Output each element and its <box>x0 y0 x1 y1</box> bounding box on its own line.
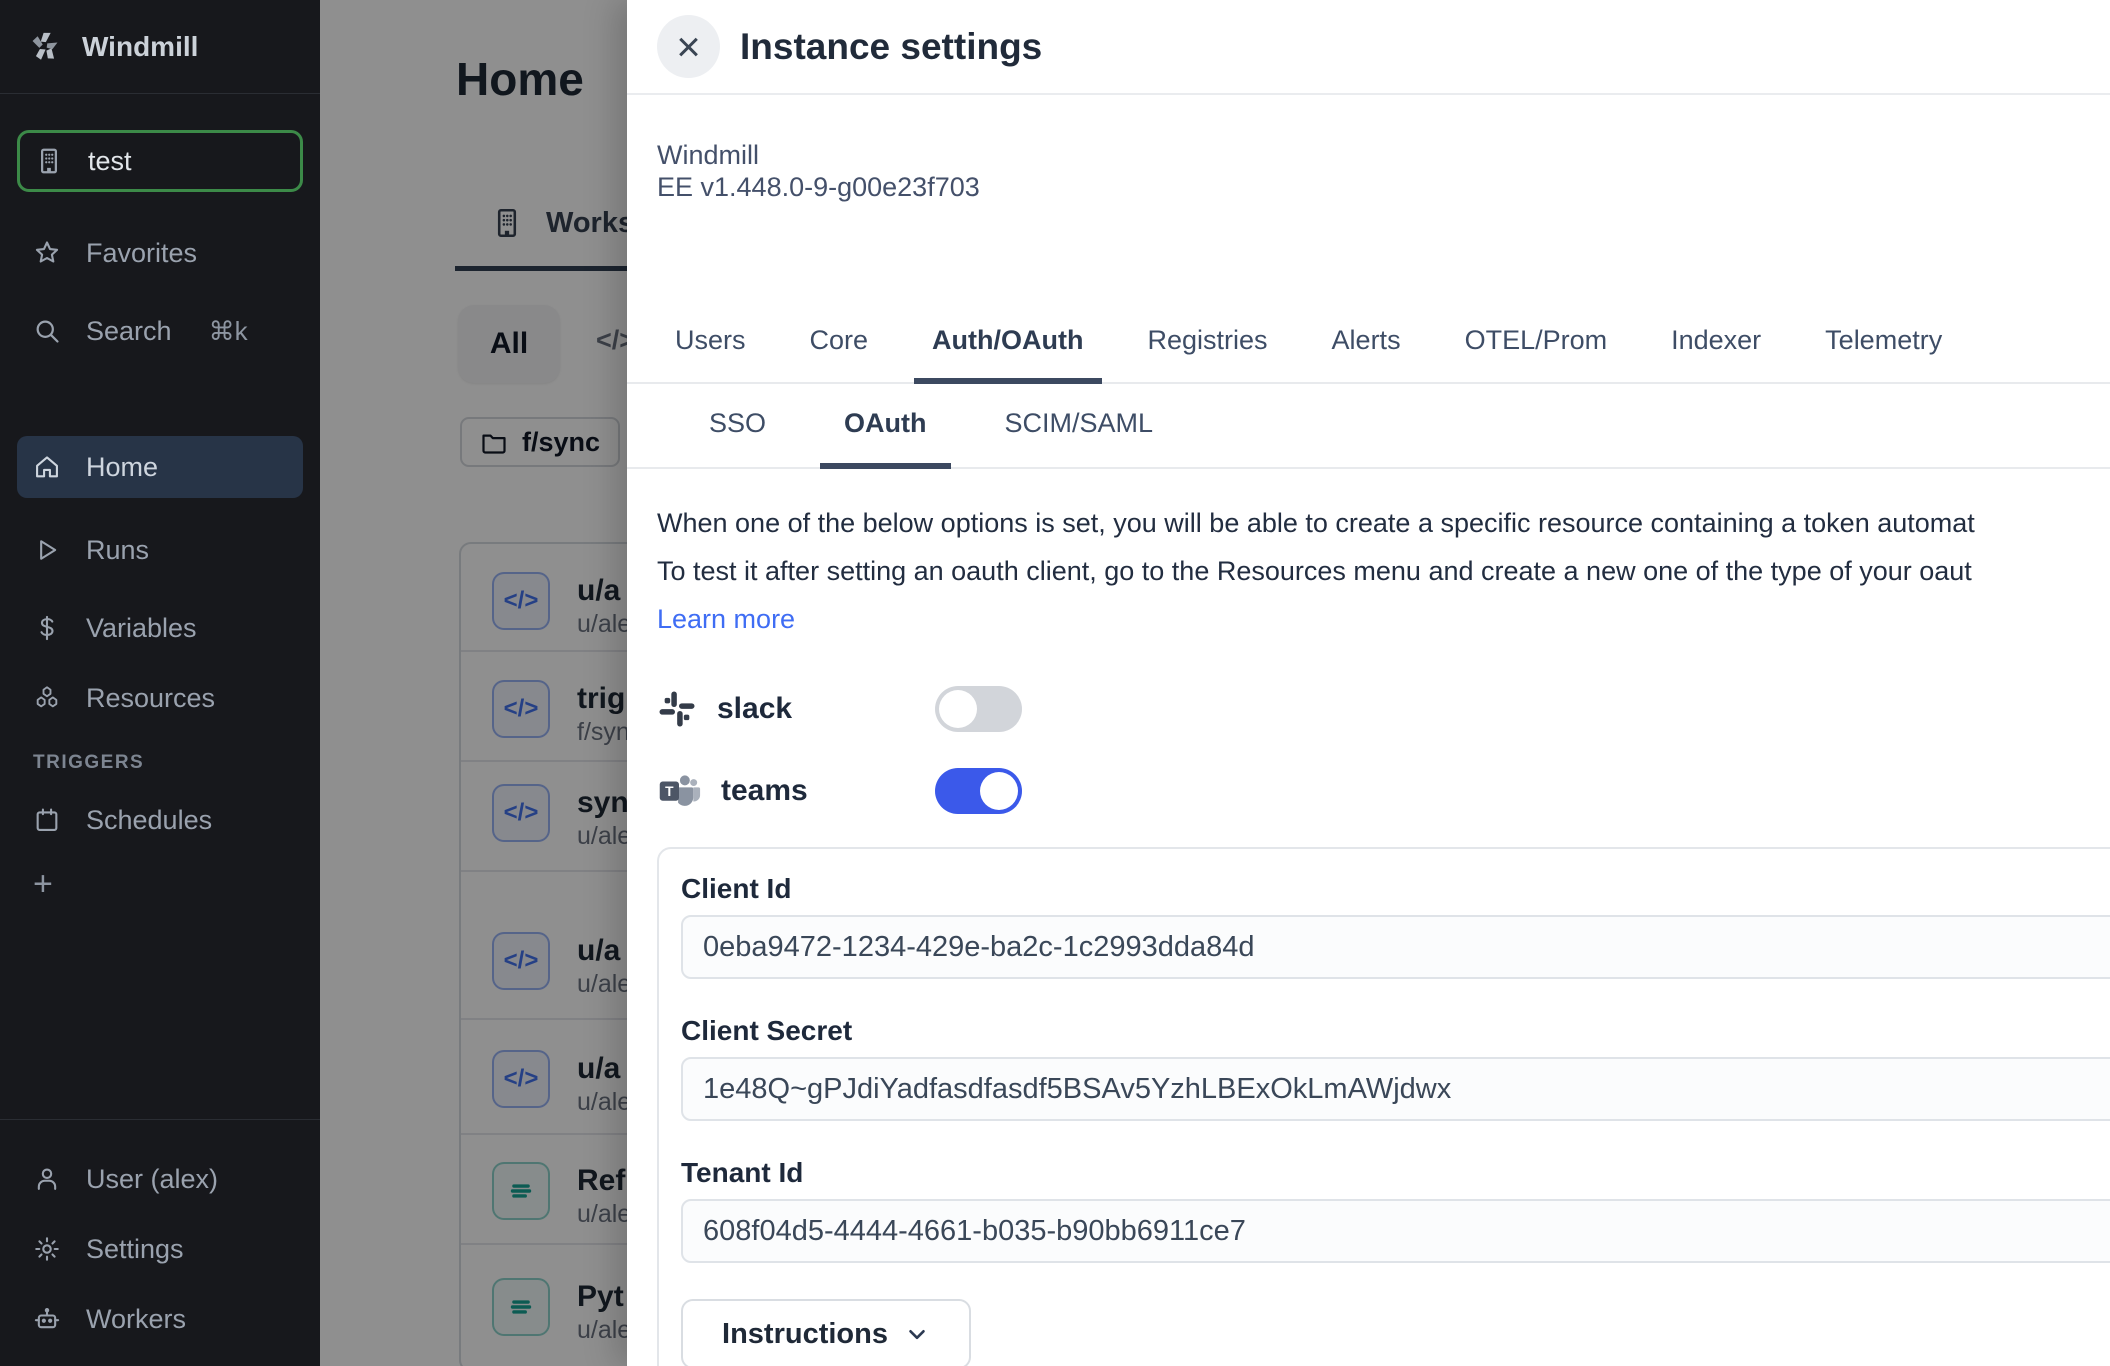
client-id-input[interactable] <box>681 915 2110 979</box>
teams-icon: T <box>657 769 701 813</box>
integration-name: teams <box>721 774 808 808</box>
sidebar-item-schedules[interactable]: Schedules <box>0 792 320 848</box>
tab-core[interactable]: Core <box>792 325 887 382</box>
drawer-header: × Instance settings <box>627 0 2110 95</box>
calendar-icon <box>33 806 61 834</box>
brand-row: Windmill <box>0 0 320 94</box>
tab-indexer[interactable]: Indexer <box>1653 325 1779 382</box>
teams-oauth-form: Client Id Client Secret Tenant Id Instru… <box>657 847 2110 1366</box>
sidebar-item-home[interactable]: Home <box>17 436 303 498</box>
instance-settings-drawer: × Instance settings Windmill EE v1.448.0… <box>627 0 2110 1366</box>
sidebar-item-user[interactable]: User (alex) <box>0 1158 320 1200</box>
sidebar-item-favorites[interactable]: Favorites <box>0 232 320 274</box>
sidebar-item-label: Runs <box>86 535 149 566</box>
client-secret-input[interactable] <box>681 1057 2110 1121</box>
tenant-id-input[interactable] <box>681 1199 2110 1263</box>
client-id-label: Client Id <box>681 873 2110 905</box>
slack-icon <box>657 689 697 729</box>
teams-toggle[interactable] <box>935 768 1022 814</box>
close-icon: × <box>676 26 701 68</box>
sidebar-item-label: Settings <box>86 1234 184 1265</box>
integration-row-teams: T teams <box>657 765 1022 817</box>
sidebar-bottom-section: User (alex) Settings Workers <box>0 1119 320 1366</box>
workspace-name: test <box>88 146 132 177</box>
auth-subtabs: SSO OAuth SCIM/SAML <box>627 408 2110 469</box>
version-text: EE v1.448.0-9-g00e23f703 <box>657 171 2110 203</box>
subtab-scim-saml[interactable]: SCIM/SAML <box>981 408 1178 467</box>
close-button[interactable]: × <box>657 15 720 78</box>
subtab-sso[interactable]: SSO <box>685 408 790 467</box>
triggers-section-heading: TRIGGERS <box>33 752 320 774</box>
sidebar-item-variables[interactable]: Variables <box>0 600 320 656</box>
chevron-down-icon <box>904 1321 930 1347</box>
integration-row-slack: slack <box>657 683 1022 735</box>
app-name: Windmill <box>657 139 2110 171</box>
learn-more-link[interactable]: Learn more <box>657 595 795 643</box>
brand-name: Windmill <box>82 31 198 63</box>
drawer-title: Instance settings <box>740 26 1042 68</box>
subtab-oauth[interactable]: OAuth <box>820 408 950 467</box>
sidebar-item-runs[interactable]: Runs <box>0 522 320 578</box>
sidebar-item-label: Resources <box>86 683 215 714</box>
instance-meta: Windmill EE v1.448.0-9-g00e23f703 <box>657 139 2110 203</box>
sidebar-add-button[interactable]: + <box>0 862 320 906</box>
sidebar-item-label: Home <box>86 452 158 483</box>
description-line-1: When one of the below options is set, yo… <box>657 499 2110 547</box>
client-secret-label: Client Secret <box>681 1015 2110 1047</box>
dollar-icon <box>33 614 61 642</box>
tab-telemetry[interactable]: Telemetry <box>1807 325 1960 382</box>
tab-alerts[interactable]: Alerts <box>1314 325 1419 382</box>
oauth-integrations: slack T teams <box>657 683 2110 817</box>
robot-icon <box>33 1305 61 1333</box>
integration-name: slack <box>717 692 792 726</box>
sidebar: Windmill test Favorites Search ⌘k Home R… <box>0 0 320 1366</box>
star-icon <box>33 239 61 267</box>
settings-tabs: Users Core Auth/OAuth Registries Alerts … <box>627 325 2110 384</box>
tenant-id-label: Tenant Id <box>681 1157 2110 1189</box>
description-line-2: To test it after setting an oauth client… <box>657 547 2110 595</box>
tab-auth-oauth[interactable]: Auth/OAuth <box>914 325 1101 382</box>
sidebar-item-search[interactable]: Search ⌘k <box>0 310 320 352</box>
sidebar-item-label: Variables <box>86 613 197 644</box>
tab-users[interactable]: Users <box>657 325 764 382</box>
windmill-logo-icon <box>28 29 62 65</box>
cubes-icon <box>33 684 61 712</box>
building-icon <box>34 146 64 176</box>
toggle-knob <box>980 772 1018 810</box>
sidebar-item-resources[interactable]: Resources <box>0 670 320 726</box>
search-shortcut: ⌘k <box>209 316 248 347</box>
gear-icon <box>33 1235 61 1263</box>
instructions-label: Instructions <box>722 1318 888 1351</box>
tab-registries[interactable]: Registries <box>1130 325 1286 382</box>
sidebar-item-label: Schedules <box>86 805 212 836</box>
instructions-button[interactable]: Instructions <box>681 1299 971 1366</box>
sidebar-item-label: Workers <box>86 1304 186 1335</box>
sidebar-item-label: User (alex) <box>86 1164 218 1195</box>
sidebar-item-label: Favorites <box>86 238 197 269</box>
slack-toggle[interactable] <box>935 686 1022 732</box>
plus-icon: + <box>33 865 53 904</box>
sidebar-item-workers[interactable]: Workers <box>0 1298 320 1340</box>
user-icon <box>33 1165 61 1193</box>
play-icon <box>33 536 61 564</box>
sidebar-item-label: Search <box>86 316 172 347</box>
sidebar-item-settings[interactable]: Settings <box>0 1228 320 1270</box>
home-icon <box>33 453 61 481</box>
windmill-app: Windmill test Favorites Search ⌘k Home R… <box>0 0 2110 1366</box>
svg-text:T: T <box>665 784 674 799</box>
workspace-switcher-button[interactable]: test <box>17 130 303 192</box>
search-icon <box>33 317 61 345</box>
toggle-knob <box>939 690 977 728</box>
oauth-description: When one of the below options is set, yo… <box>657 499 2110 643</box>
tab-otel-prom[interactable]: OTEL/Prom <box>1447 325 1626 382</box>
